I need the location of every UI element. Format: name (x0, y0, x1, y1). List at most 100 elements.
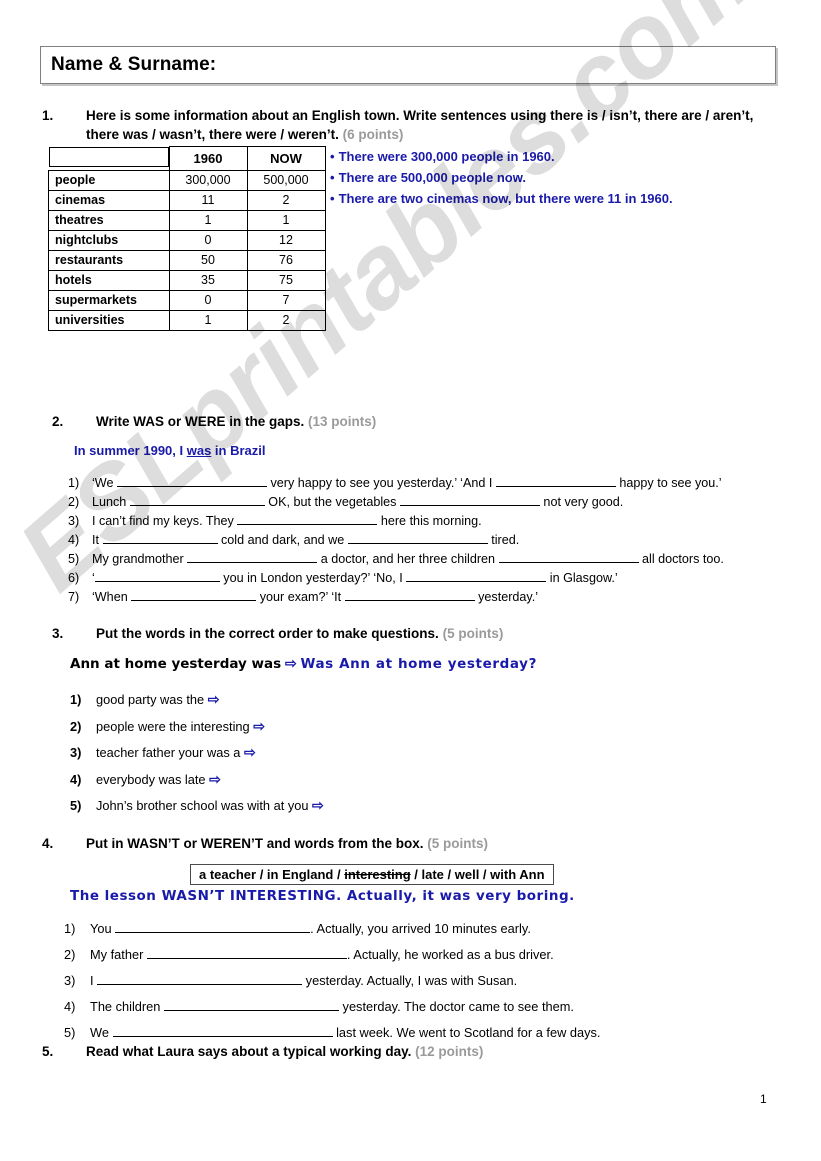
answer-blank[interactable] (498, 549, 639, 563)
answer-blank[interactable] (237, 511, 378, 525)
example-sentence-text: There are 500,000 people now. (338, 170, 526, 185)
answer-blank[interactable] (116, 473, 267, 487)
answer-blank[interactable] (112, 1023, 333, 1037)
arrow-right-icon: ⇨ (207, 691, 220, 707)
item-text: cold and dark, and we (217, 533, 348, 547)
item-number: 5) (68, 552, 80, 566)
list-item: 4) The children yesterday. The doctor cam… (64, 994, 600, 1020)
list-item: 2) Lunch OK, but the vegetables not very … (68, 492, 724, 511)
item-text: teacher father your was a (96, 745, 244, 760)
exercise-4-model-sentence: The lesson WASN’T INTERESTING. Actually,… (70, 888, 575, 904)
exercise-1-number: 1. (42, 108, 54, 123)
list-item: 5) John’s brother school was with at you … (70, 792, 324, 819)
answer-blank[interactable] (115, 919, 311, 933)
item-text: ‘When (92, 590, 132, 604)
item-text: here this morning. (377, 514, 482, 528)
answer-blank[interactable] (187, 549, 318, 563)
exercise-2-items: 1) ‘We very happy to see you yesterday.’ … (68, 473, 724, 606)
item-text: not very good. (539, 495, 624, 509)
table-cell-1960: 11 (168, 189, 248, 211)
exercise-4-points: (5 points) (427, 836, 489, 851)
exercise-2-points: (13 points) (308, 414, 377, 429)
word-box-after: / late / well / with Ann (410, 867, 545, 882)
exercise-4-word-box: a teacher / in England / interesting / l… (190, 864, 554, 885)
table-row: cinemas 11 2 (48, 189, 326, 211)
table-cell-now: 7 (246, 289, 326, 311)
item-number: 4) (70, 771, 82, 787)
page-number: 1 (760, 1092, 767, 1106)
item-text-before: You (90, 921, 116, 936)
item-text-before: I (90, 973, 98, 988)
item-text-before: We (90, 1025, 113, 1040)
item-number: 1) (68, 476, 80, 490)
item-number: 6) (68, 571, 80, 585)
answer-blank[interactable] (163, 997, 339, 1011)
item-text: happy to see you.’ (615, 476, 722, 490)
answer-blank[interactable] (97, 971, 303, 985)
list-item: 1) You . Actually, you arrived 10 minutes… (64, 916, 600, 942)
table-row: hotels 35 75 (48, 269, 326, 291)
table-cell-label: cinemas (48, 189, 170, 211)
item-text-after: . Actually, he worked as a bus driver. (346, 947, 554, 962)
table-cell-now: 76 (246, 249, 326, 271)
table-cell-1960: 0 (168, 229, 248, 251)
exercise-3-points: (5 points) (442, 626, 504, 641)
arrow-right-icon: ⇨ (312, 797, 324, 813)
list-item: 4) everybody was late ⇨ (70, 766, 324, 793)
arrow-right-icon: ⇨ (243, 744, 256, 760)
table-row: restaurants 50 76 (48, 249, 326, 271)
item-number: 2) (64, 947, 76, 962)
answer-blank[interactable] (495, 473, 616, 487)
exercise-3-instruction: Put the words in the correct order to ma… (96, 626, 439, 641)
exercise-3-items: 1) good party was the ⇨ 2) people were the … (70, 686, 324, 819)
list-item: 1) ‘We very happy to see you yesterday.’ … (68, 473, 724, 492)
table-cell-label: supermarkets (48, 289, 170, 311)
example-sentence: • There are 500,000 people now. (330, 167, 673, 188)
answer-blank[interactable] (399, 492, 540, 506)
exercise-2-heading: 2. Write WAS or WERE in the gaps. (13 poi… (52, 412, 774, 431)
exercise-5-number: 5. (42, 1044, 54, 1059)
list-item: 5) My grandmother a doctor, and her three… (68, 549, 724, 568)
model-prefix: In summer 1990, I (74, 443, 187, 458)
answer-blank[interactable] (344, 587, 475, 601)
item-text: all doctors too. (638, 552, 724, 566)
item-text: in Glasgow.’ (546, 571, 618, 585)
exercise-5-heading: 5. Read what Laura says about a typical w… (42, 1042, 764, 1061)
table-header-blank (48, 146, 169, 167)
item-number: 4) (68, 533, 80, 547)
item-text: a doctor, and her three children (317, 552, 499, 566)
example-sentence: • There were 300,000 people in 1960. (330, 146, 673, 167)
answer-blank[interactable] (347, 530, 488, 544)
exercise-1-instruction: Here is some information about an Englis… (86, 108, 754, 142)
list-item: 3) I can’t find my keys. They here this m… (68, 511, 724, 530)
item-text-after: yesterday. The doctor came to see them. (338, 999, 574, 1014)
answer-blank[interactable] (102, 530, 218, 544)
example-answer: Was Ann at home yesterday? (300, 656, 537, 672)
bullet-icon: • (330, 170, 335, 185)
exercise-3-example: Ann at home yesterday was ⇨ Was Ann at h… (70, 655, 537, 672)
item-text: tired. (487, 533, 520, 547)
answer-blank[interactable] (94, 568, 220, 582)
model-underlined-word: was (186, 443, 212, 458)
answer-blank[interactable] (129, 492, 265, 506)
list-item: 3) teacher father your was a ⇨ (70, 739, 324, 766)
table-cell-label: universities (48, 309, 170, 331)
item-text: John’s brother school was with at you (96, 798, 313, 813)
name-surname-box[interactable]: Name & Surname: (40, 46, 776, 84)
table-cell-now: 2 (246, 189, 326, 211)
table-cell-1960: 50 (168, 249, 248, 271)
name-surname-label: Name & Surname: (51, 54, 217, 75)
item-text: ‘We (92, 476, 117, 490)
town-information-table: 1960 NOW people 300,000 500,000 cinemas 11 2 t… (48, 146, 326, 331)
item-number: 3) (70, 745, 82, 760)
arrow-right-icon: ⇨ (253, 717, 265, 734)
table-cell-now: 2 (246, 309, 326, 331)
answer-blank[interactable] (406, 568, 547, 582)
table-cell-label: hotels (48, 269, 170, 291)
item-text: your exam?’ ‘It (256, 590, 345, 604)
table-header-row: 1960 NOW (48, 146, 326, 171)
answer-blank[interactable] (146, 945, 347, 959)
answer-blank[interactable] (131, 587, 257, 601)
item-number: 3) (68, 514, 80, 528)
table-cell-now: 75 (246, 269, 326, 291)
